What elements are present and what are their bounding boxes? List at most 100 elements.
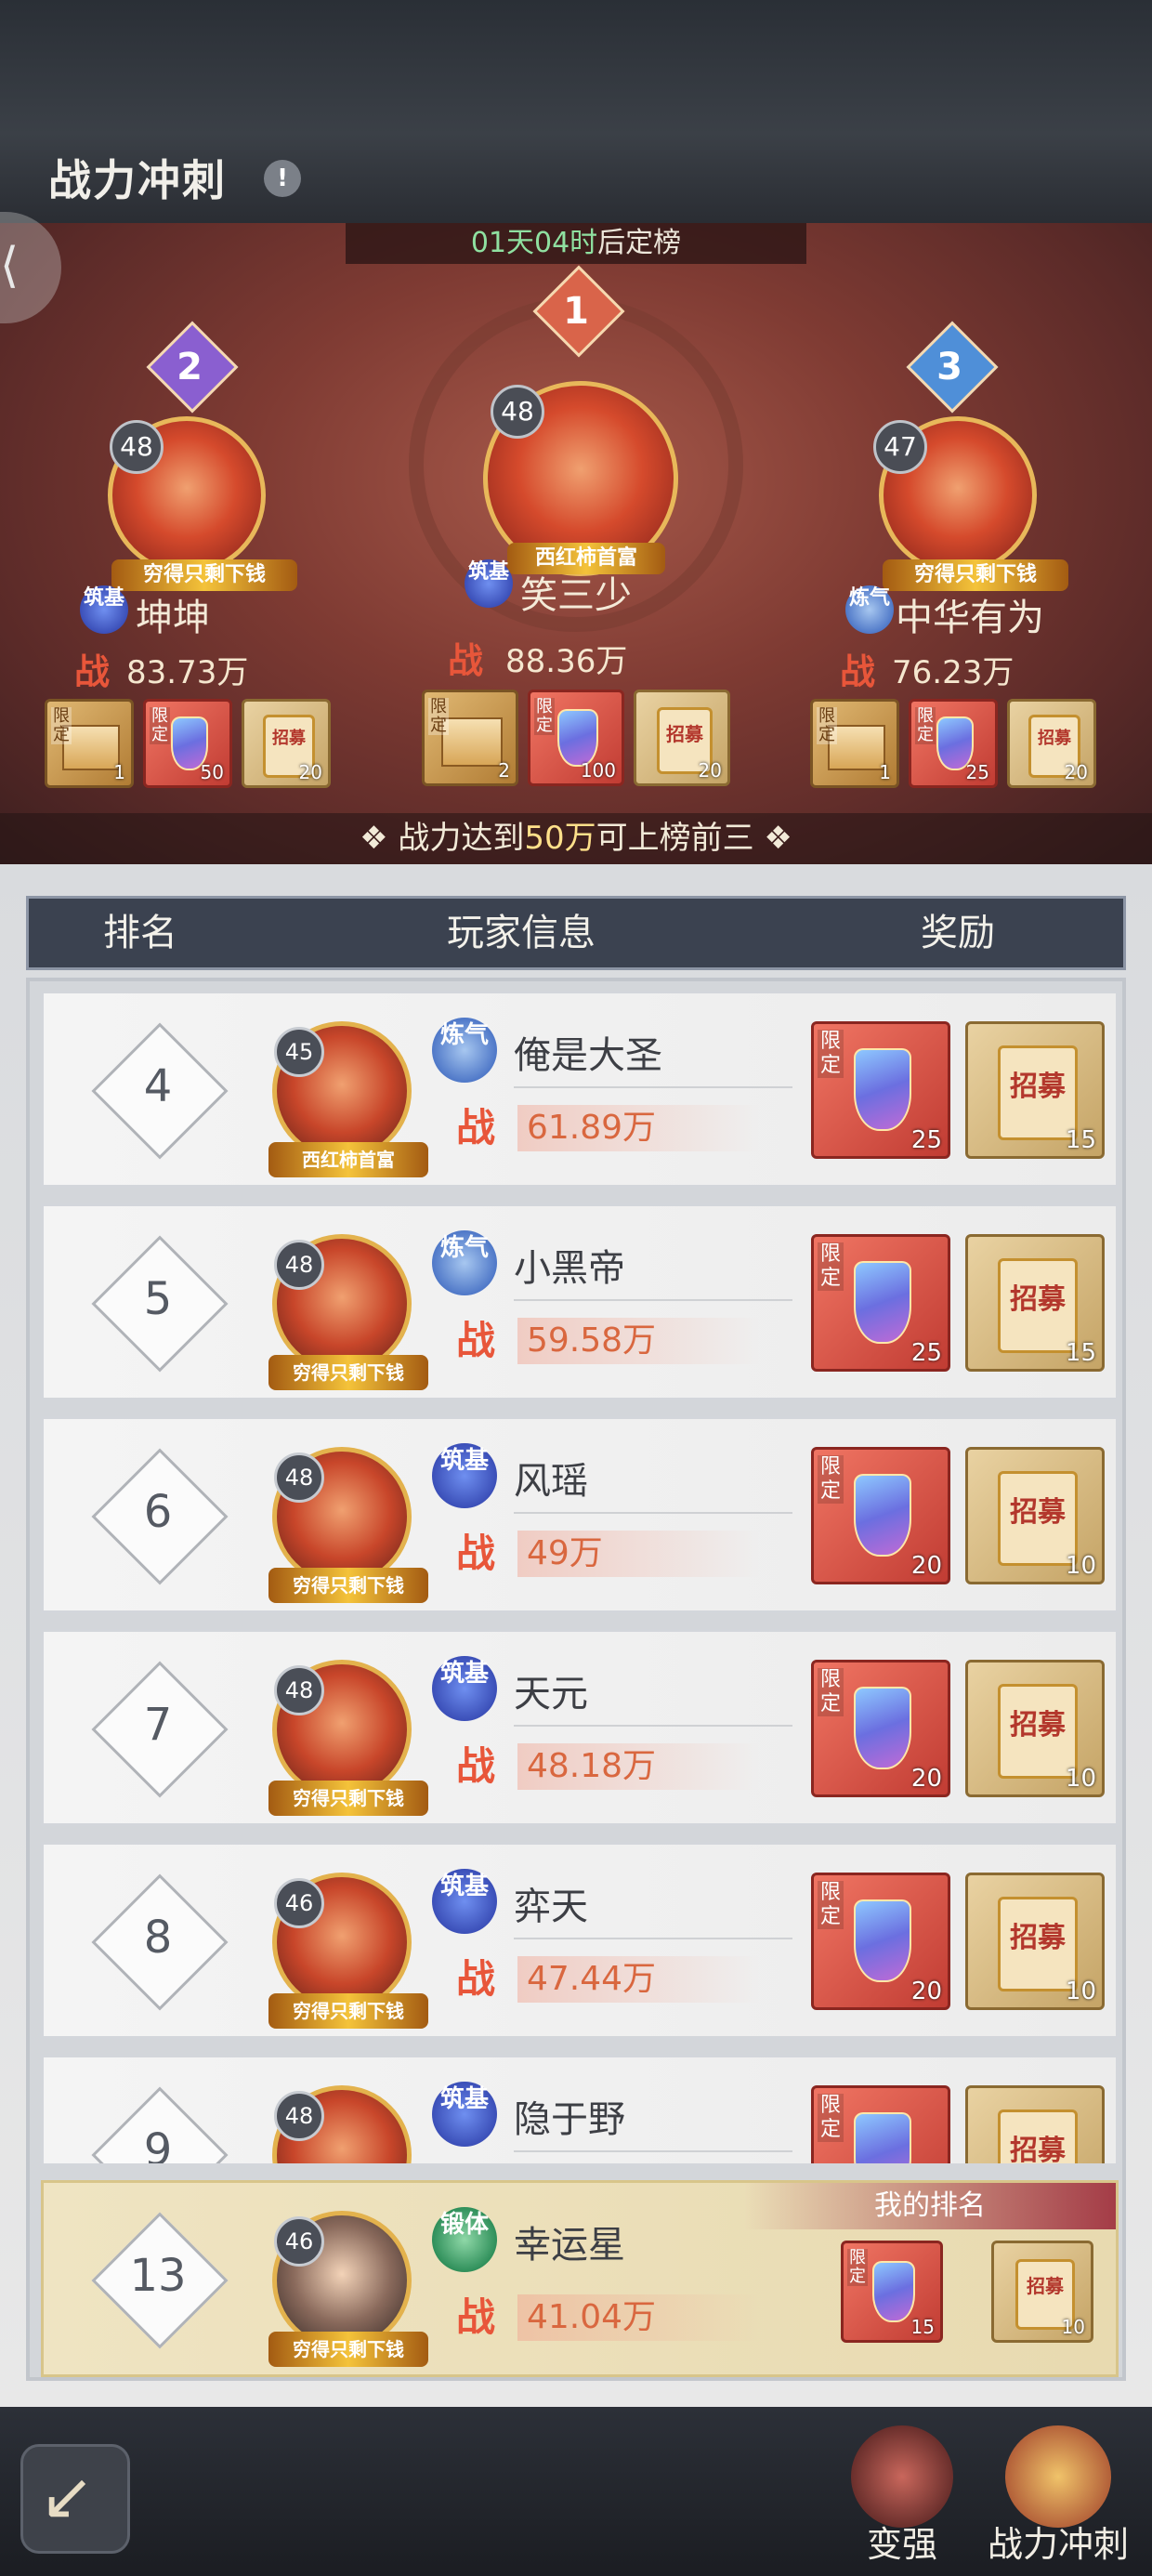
rank-badge: 6 [91,1448,229,1585]
level-badge: 46 [274,1878,324,1928]
player-name: 笑三少 [520,574,632,617]
reward-count: 25 [910,1126,942,1154]
level-badge: 48 [274,1240,324,1290]
reward-count: 20 [698,759,722,782]
reward-item-shield[interactable]: 限定 25 [909,699,998,788]
divider [514,1725,792,1727]
my-rank-row[interactable]: 我的排名 13 46 穷得只剩下钱 锻体 幸运星 战 41.04万 限定 15 … [41,2180,1119,2377]
rank-number: 3 [936,346,962,388]
scroll-label: 招募 [1009,1921,1066,1954]
reward-count: 10 [1061,2316,1085,2338]
reward-item-scroll[interactable]: 招募 20 [1007,699,1096,788]
reward-item-shield[interactable]: 限定 25 [811,1234,950,1372]
reward-count: 20 [910,1552,942,1580]
level-badge: 47 [873,420,927,474]
scroll-label: 招募 [1026,2274,1064,2297]
scroll-label: 招募 [1009,1282,1066,1316]
power-value: 76.23万 [892,654,1015,691]
reward-count: 25 [910,1339,942,1367]
reward-item-scroll[interactable]: 招募 10 [965,1447,1105,1584]
reward-count: 25 [965,761,989,783]
reward-item-shield[interactable]: 限定 20 [811,1660,950,1797]
reward-count: 20 [910,1765,942,1793]
reward-item-scroll[interactable]: 招募 10 [991,2241,1093,2343]
reward-count: 15 [1065,1126,1096,1154]
title-banner: 穷得只剩下钱 [268,1993,428,2029]
title-banner: 穷得只剩下钱 [268,1781,428,1816]
reward-item-shield[interactable]: 限定 20 [811,1447,950,1584]
limited-tag: 限定 [817,706,837,744]
title-banner: 穷得只剩下钱 [268,1355,428,1390]
power-value: 61.89万 [527,1109,657,1147]
scroll-label: 招募 [1009,1070,1066,1103]
table-row[interactable]: 6 48 穷得只剩下钱 筑基 风瑶战 49万 限定 20 招募 10 [41,1416,1119,1613]
reward-item-scroll[interactable]: 招募 15 [965,1021,1105,1159]
reward-item-scroll[interactable]: 招募 10 [965,1873,1105,2010]
reward-item-chest[interactable]: 限定 2 [422,690,518,786]
divider [514,2150,792,2152]
shield-icon [872,2260,915,2323]
threshold-suffix: 可上榜前三 [596,820,754,857]
shield-icon [854,2111,911,2163]
limited-tag: 限定 [818,1455,844,1504]
table-row[interactable]: 7 48 穷得只剩下钱 筑基 天元战 48.18万 限定 20 招募 10 [41,1629,1119,1826]
rank-badge: 9 [91,2086,229,2163]
reward-count: 20 [298,761,322,783]
reward-item-shield[interactable]: 限定 25 [811,1021,950,1159]
nav-strengthen-button[interactable]: 变强 [832,2416,972,2574]
power-value: 41.04万 [527,2298,657,2336]
reward-count: 2 [498,759,510,782]
reward-item-shield[interactable]: 限定 [811,2085,950,2163]
player-name: 弈天 [514,1886,588,1928]
limited-tag: 限定 [428,697,449,735]
reward-item-chest[interactable]: 限定 1 [810,699,899,788]
reward-item-scroll[interactable]: 招募 [965,2085,1105,2163]
reward-item-scroll[interactable]: 招募 15 [965,1234,1105,1372]
rank-number: 8 [143,1912,173,1964]
rank-number: 6 [143,1486,173,1538]
title-banner: 西红柿首富 [268,1142,428,1177]
reward-item-shield[interactable]: 限定 15 [841,2241,943,2343]
power-icon: 战 [455,1743,495,1789]
reward-item-shield[interactable]: 限定 100 [528,690,624,786]
table-row[interactable]: 9 48 筑基 隐于野 限定 招募 [41,2055,1119,2166]
shield-icon [854,1047,911,1131]
player-name: 俺是大圣 [514,1034,662,1077]
table-row[interactable]: 4 45 西红柿首富 炼气 俺是大圣战 61.89万 限定 25 招募 15 [41,991,1119,1188]
reward-count: 10 [1065,1765,1096,1793]
info-icon[interactable]: ! [264,160,301,197]
player-name: 风瑶 [514,1460,588,1503]
realm-badge: 锻体 [432,2207,497,2272]
back-button[interactable]: ↙ [20,2444,130,2554]
reward-count: 10 [1065,1552,1096,1580]
scroll-label: 招募 [665,722,703,745]
reward-item-scroll[interactable]: 招募 20 [634,690,730,786]
rank-badge: 8 [91,1873,229,2011]
player-name: 小黑帝 [514,1247,625,1290]
reward-count: 1 [879,761,891,783]
realm-badge: 炼气 [432,1018,497,1083]
reward-count: 15 [1065,1339,1096,1367]
threshold-notice: ❖ 战力达到50万可上榜前三 ❖ [0,813,1152,864]
shield-icon [854,1686,911,1769]
reward-item-shield[interactable]: 限定 50 [143,699,232,788]
limited-tag: 限定 [818,1242,844,1291]
title-banner: 穷得只剩下钱 [268,1568,428,1603]
reward-item-shield[interactable]: 限定 20 [811,1873,950,2010]
scroll-label: 招募 [1009,1708,1066,1741]
reward-item-scroll[interactable]: 招募 10 [965,1660,1105,1797]
limited-tag: 限定 [818,2094,844,2142]
back-arrow-icon: ↙ [40,2458,95,2534]
reward-item-chest[interactable]: 限定 1 [45,699,134,788]
realm-badge: 炼气 [845,585,894,634]
reward-item-scroll[interactable]: 招募 20 [242,699,331,788]
power-value: 59.58万 [527,1321,657,1360]
podium-rank-1[interactable]: 1 48 西红柿首富 筑基 笑三少 战 88.36万 [390,260,762,706]
power-icon: 战 [840,651,876,692]
table-row[interactable]: 5 48 穷得只剩下钱 炼气 小黑帝战 59.58万 限定 25 招募 15 [41,1203,1119,1400]
nav-label: 战力冲刺 [987,2524,1129,2565]
shield-icon [854,1260,911,1344]
player-name: 中华有为 [896,597,1044,639]
table-row[interactable]: 8 46 穷得只剩下钱 筑基 弈天战 47.44万 限定 20 招募 10 [41,1842,1119,2039]
nav-power-sprint-button[interactable]: 战力冲刺 [979,2416,1137,2574]
